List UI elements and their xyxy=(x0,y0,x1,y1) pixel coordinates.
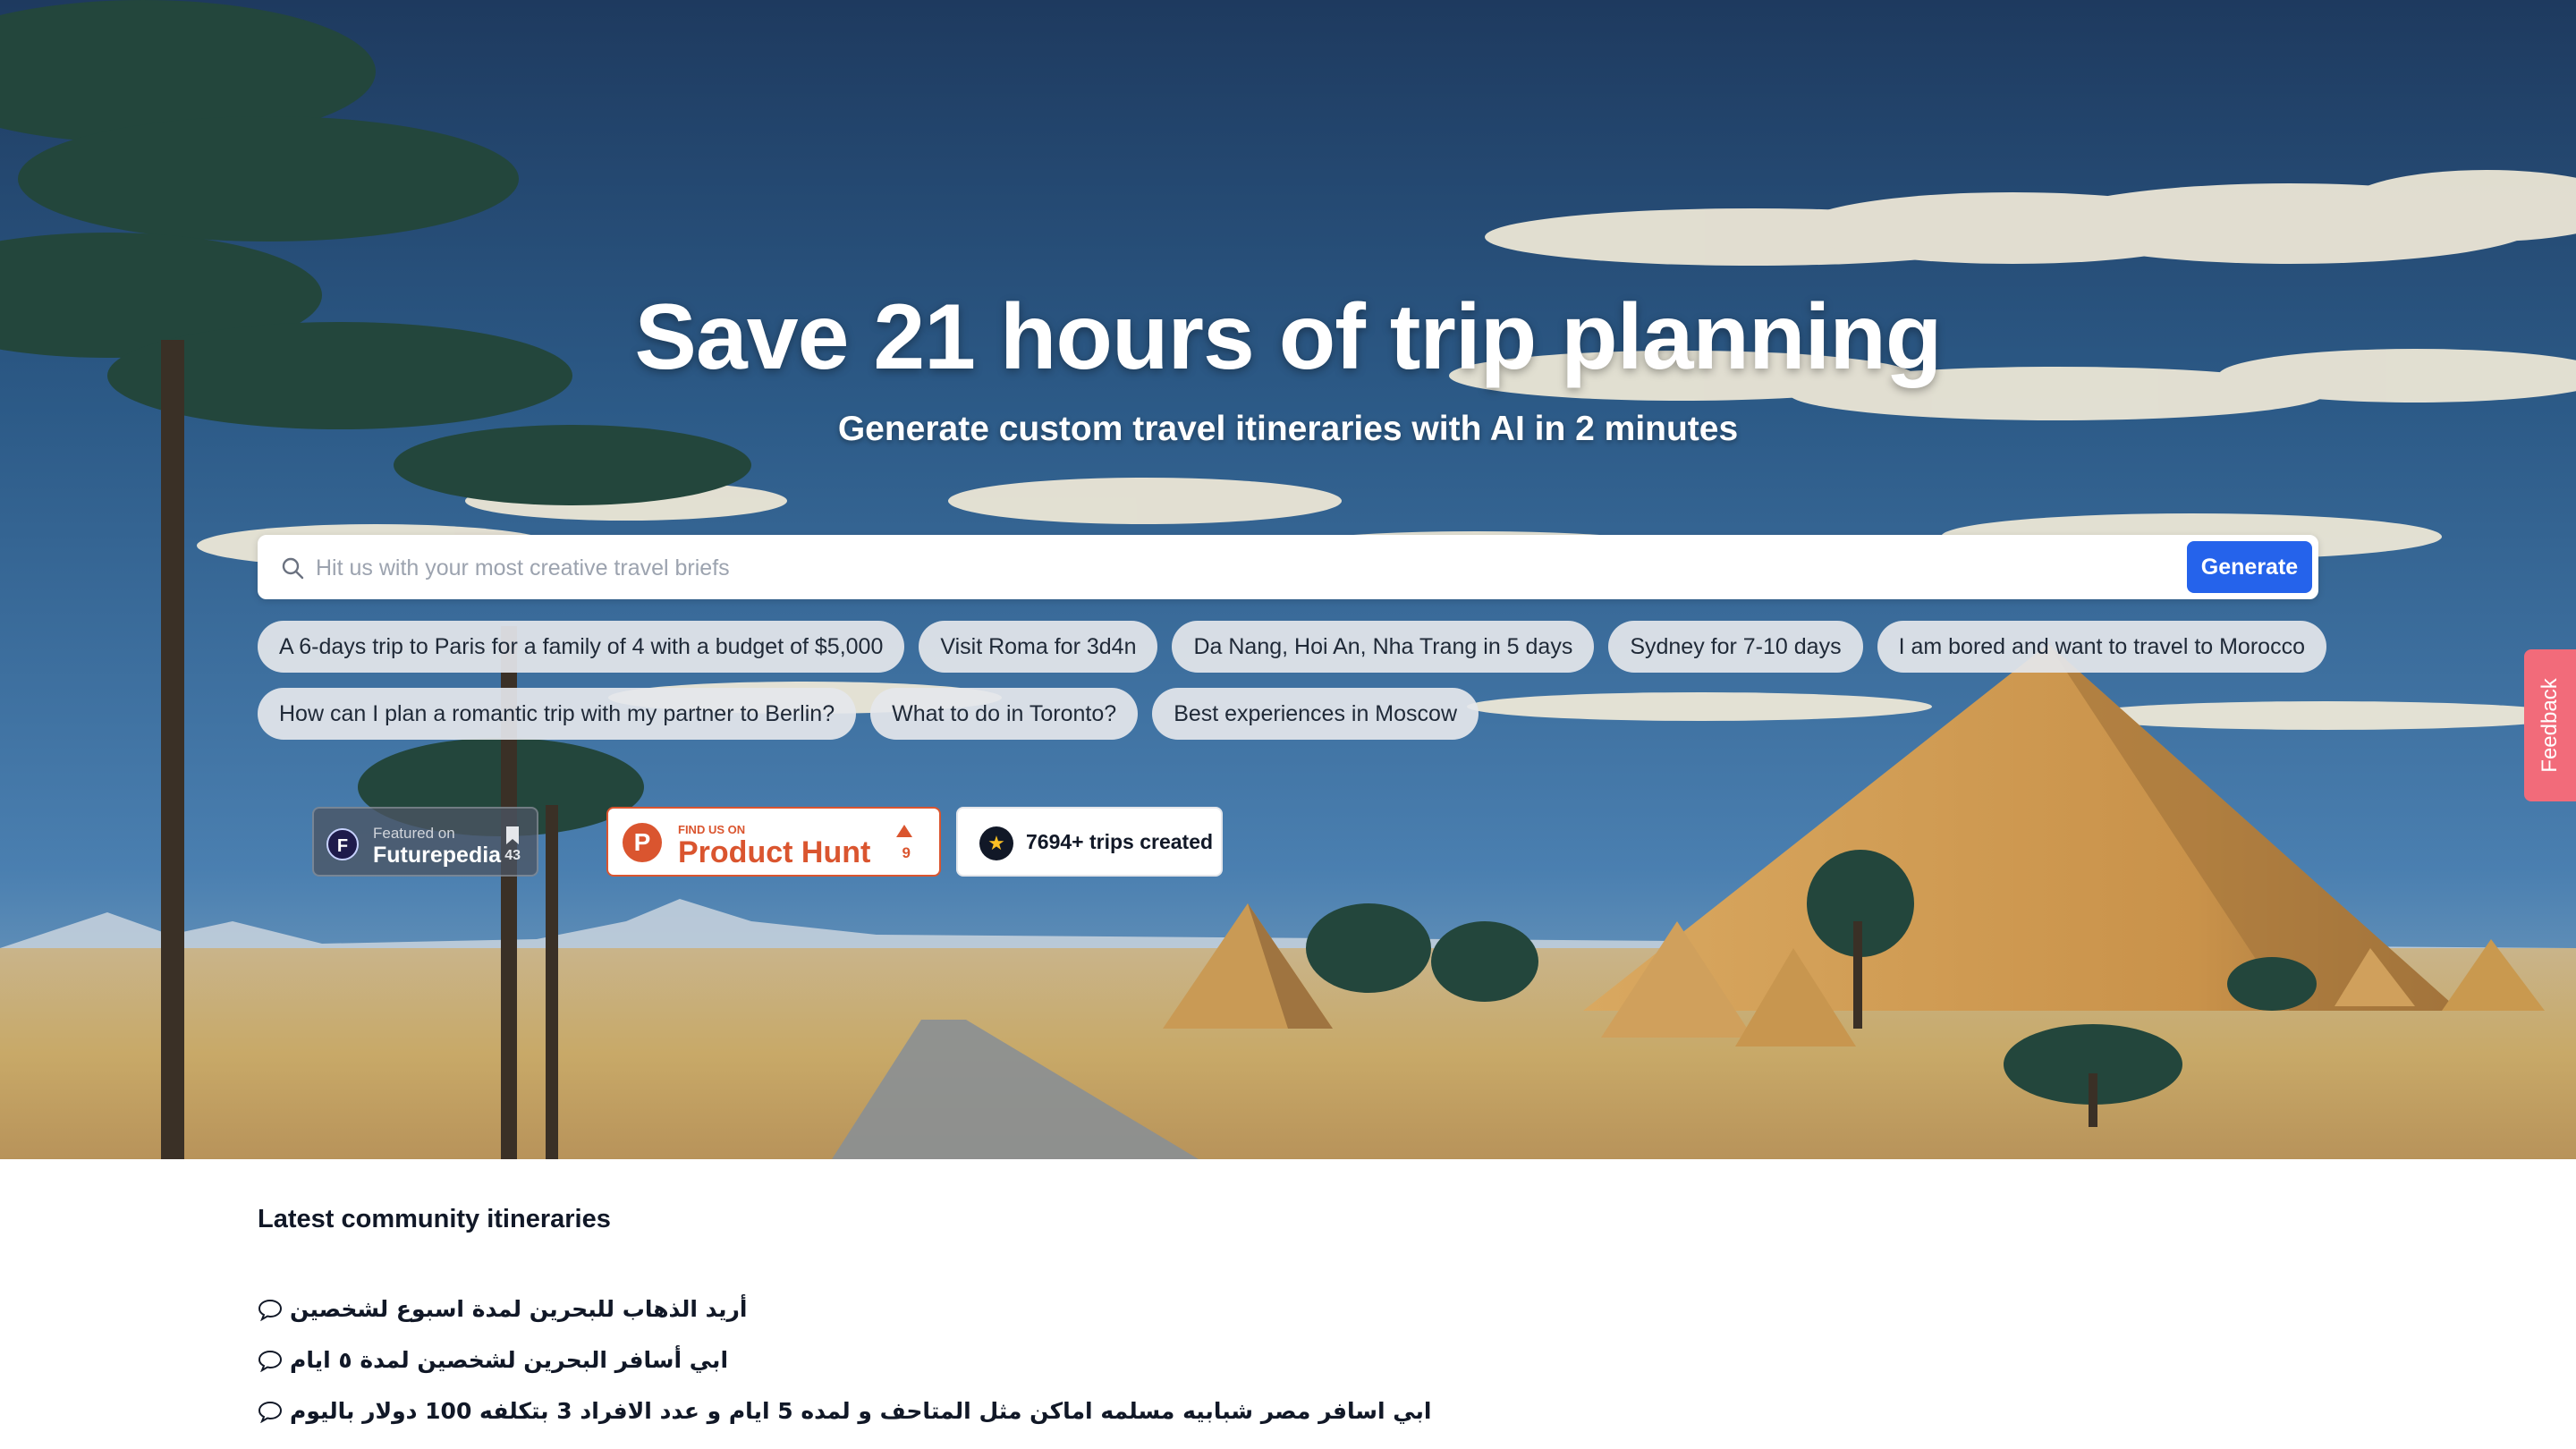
itinerary-item[interactable]: ابي أسافر البحرين لشخصين لمدة ٥ ايام xyxy=(258,1335,1431,1385)
futurepedia-count: 43 xyxy=(504,848,521,863)
futurepedia-badge[interactable]: F Featured on Futurepedia 43 xyxy=(312,807,538,877)
producthunt-logo-icon: P xyxy=(623,823,662,862)
producthunt-name: Product Hunt xyxy=(678,835,871,869)
itinerary-item[interactable]: أريد الذهاب للبحرين لمدة اسبوع لشخصين xyxy=(258,1284,1431,1335)
chat-bubble-icon xyxy=(258,1299,283,1321)
star-icon: ★ xyxy=(979,826,1013,860)
hero-section: Save 21 hours of trip planning Generate … xyxy=(0,0,2576,1159)
futurepedia-featured-label: Featured on xyxy=(373,825,455,842)
itinerary-item[interactable]: ابي اسافر مصر شبابيه مسلمه اماكن مثل الم… xyxy=(258,1385,1431,1436)
feedback-label: Feedback xyxy=(2538,678,2562,773)
suggestion-chip[interactable]: A 6-days trip to Paris for a family of 4… xyxy=(258,621,905,673)
trips-created-badge: ★ 7694+ trips created xyxy=(956,807,1223,877)
suggestion-chip[interactable]: Best experiences in Moscow xyxy=(1152,688,1479,740)
search-icon xyxy=(282,557,304,580)
chat-bubble-icon xyxy=(258,1401,283,1423)
itinerary-text: أريد الذهاب للبحرين لمدة اسبوع لشخصين xyxy=(290,1296,748,1322)
suggestion-row-2: How can I plan a romantic trip with my p… xyxy=(258,688,2333,740)
itinerary-text: ابي اسافر مصر شبابيه مسلمه اماكن مثل الم… xyxy=(290,1398,1432,1424)
suggestion-chip[interactable]: Visit Roma for 3d4n xyxy=(919,621,1158,673)
itinerary-text: ابي أسافر البحرين لشخصين لمدة ٥ ايام xyxy=(290,1347,729,1373)
suggestion-row-1: A 6-days trip to Paris for a family of 4… xyxy=(258,621,2333,673)
trips-created-text: 7694+ trips created xyxy=(1026,830,1214,853)
producthunt-badge[interactable]: P FIND US ON Product Hunt 9 xyxy=(606,807,941,877)
search-input[interactable] xyxy=(314,538,2196,598)
bookmark-icon xyxy=(506,826,519,844)
suggestion-chip[interactable]: How can I plan a romantic trip with my p… xyxy=(258,688,857,740)
suggestion-chip[interactable]: What to do in Toronto? xyxy=(870,688,1139,740)
producthunt-find-label: FIND US ON xyxy=(678,823,746,836)
search-bar: Generate xyxy=(258,535,2318,599)
suggestion-chip[interactable]: Da Nang, Hoi An, Nha Trang in 5 days xyxy=(1172,621,1595,673)
upvote-arrow-icon xyxy=(896,825,912,837)
suggestion-chip[interactable]: Sydney for 7-10 days xyxy=(1608,621,1863,673)
chat-bubble-icon xyxy=(258,1350,283,1372)
hero-title: Save 21 hours of trip planning xyxy=(634,285,1943,389)
community-section-title: Latest community itineraries xyxy=(258,1205,611,1233)
hero-subtitle: Generate custom travel itineraries with … xyxy=(837,410,1739,448)
community-itinerary-list: أريد الذهاب للبحرين لمدة اسبوع لشخصين اب… xyxy=(258,1284,1431,1436)
generate-button[interactable]: Generate xyxy=(2187,541,2312,593)
feedback-tab[interactable]: Feedback xyxy=(2524,649,2576,801)
futurepedia-name: Futurepedia xyxy=(373,843,502,868)
suggestion-chip[interactable]: I am bored and want to travel to Morocco xyxy=(1877,621,2326,673)
futurepedia-logo-icon: F xyxy=(326,828,359,860)
producthunt-count: 9 xyxy=(902,844,911,861)
